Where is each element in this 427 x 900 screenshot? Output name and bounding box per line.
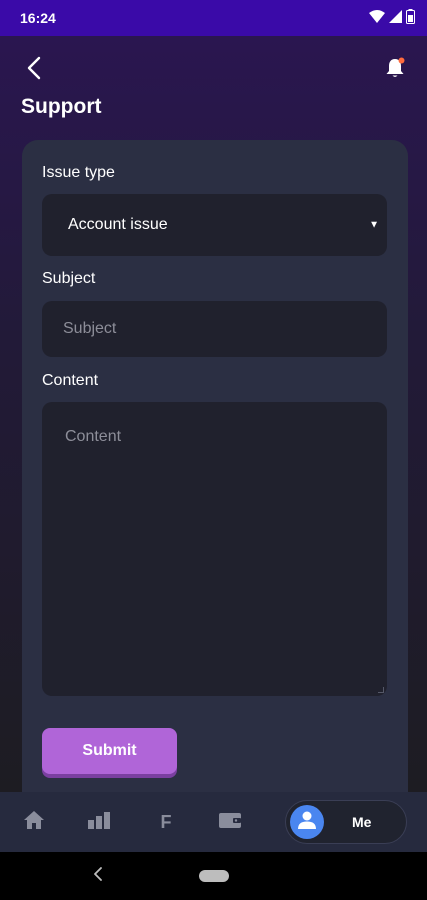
content-placeholder: Content (65, 428, 122, 445)
chevron-left-icon (94, 866, 102, 886)
bell-icon (383, 56, 407, 85)
battery-icon (406, 9, 415, 27)
header: Support (0, 36, 427, 126)
issue-type-select[interactable]: Account issue ▼ (42, 194, 387, 256)
subject-label: Subject (42, 270, 96, 287)
support-form-card: Issue type Account issue ▼ Subject Subje… (22, 140, 408, 820)
signal-icon (389, 9, 402, 27)
content-label: Content (42, 372, 99, 389)
subject-placeholder: Subject (63, 320, 117, 337)
caret-down-icon: ▼ (369, 219, 379, 231)
system-nav-bar (0, 852, 427, 900)
status-time: 16:24 (20, 10, 56, 26)
nav-home[interactable] (18, 806, 50, 838)
home-icon (23, 810, 45, 835)
content-textarea[interactable]: Content (42, 402, 387, 696)
bar-chart-icon (87, 811, 111, 834)
issue-type-value: Account issue (68, 216, 168, 233)
issue-type-label: Issue type (42, 164, 115, 181)
subject-input[interactable]: Subject (42, 301, 387, 357)
user-icon (296, 809, 318, 836)
page-title: Support (21, 95, 102, 118)
system-home-button[interactable] (199, 870, 229, 882)
system-back-button[interactable] (88, 864, 108, 888)
wallet-icon (218, 811, 242, 834)
resize-handle-icon[interactable] (378, 687, 384, 693)
nav-stats[interactable] (83, 806, 115, 838)
nav-f[interactable]: F (150, 806, 182, 838)
back-button[interactable] (20, 56, 48, 84)
nav-me[interactable]: Me (285, 800, 407, 844)
nav-wallet[interactable] (214, 806, 246, 838)
nav-f-label: F (160, 811, 172, 832)
submit-button[interactable]: Submit (42, 728, 177, 774)
avatar (290, 805, 324, 839)
notification-button[interactable] (381, 56, 409, 84)
status-icons (369, 9, 415, 27)
bottom-nav: F Me (0, 792, 427, 852)
nav-me-label: Me (352, 814, 372, 830)
wifi-icon (369, 9, 385, 27)
chevron-left-icon (27, 56, 41, 85)
status-bar: 16:24 (0, 0, 427, 36)
